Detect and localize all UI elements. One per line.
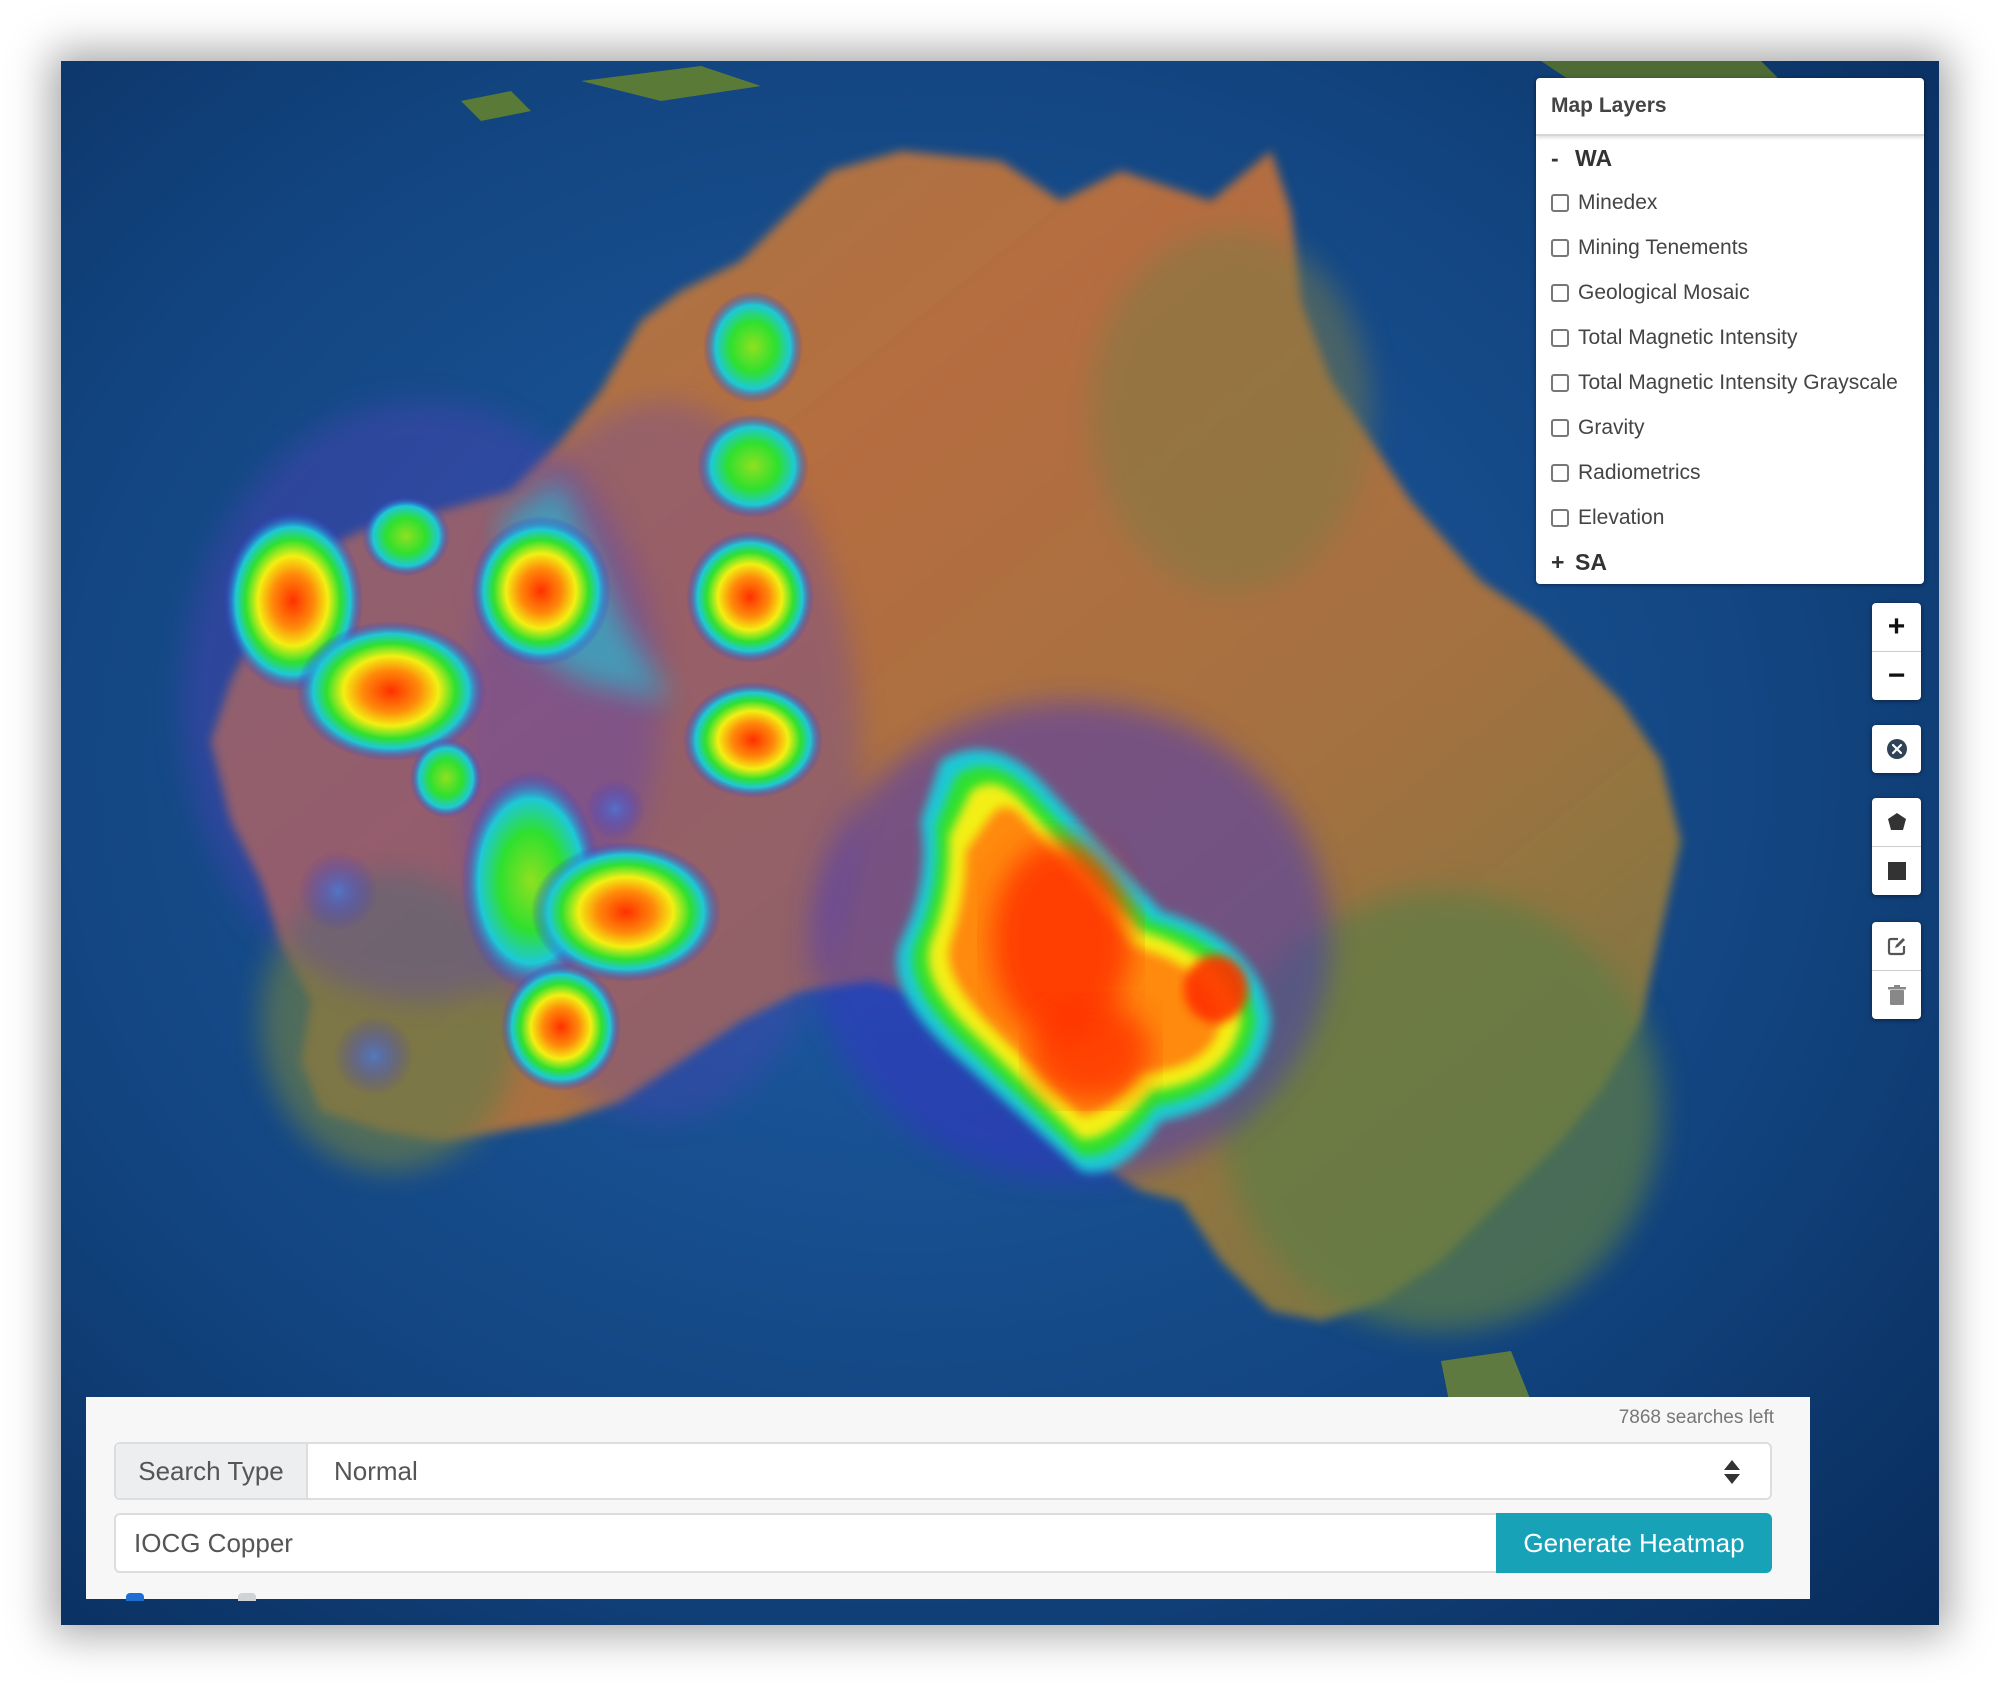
layer-checkbox[interactable] — [1551, 283, 1569, 302]
layer-item-geological-mosaic[interactable]: Geological Mosaic — [1536, 270, 1924, 315]
heat-spot — [296, 621, 486, 761]
search-type-select[interactable]: Search Type Normal — [114, 1442, 1772, 1500]
map-layers-title: Map Layers — [1536, 78, 1924, 136]
edit-toolbar — [1872, 922, 1921, 1019]
heat-spot — [410, 738, 482, 818]
clear-control — [1872, 725, 1921, 773]
heat-spot — [531, 842, 721, 982]
layer-label: Gravity — [1578, 416, 1645, 439]
partial-radio[interactable] — [238, 1593, 256, 1601]
draw-rectangle-button[interactable] — [1872, 846, 1921, 895]
zoom-control: + − — [1872, 603, 1921, 700]
layer-checkbox[interactable] — [1551, 373, 1569, 392]
layer-label: Total Magnetic Intensity Grayscale — [1578, 371, 1898, 394]
layer-item-gravity[interactable]: Gravity — [1536, 405, 1924, 450]
search-panel: 7868 searches left Search Type Normal IO… — [86, 1397, 1810, 1601]
delete-layers-icon — [1887, 985, 1906, 1005]
expand-icon[interactable]: + — [1551, 540, 1575, 584]
heat-spot — [686, 531, 814, 663]
clear-icon — [1886, 739, 1907, 759]
plus-icon: + — [1887, 610, 1906, 643]
layer-label: Radiometrics — [1578, 461, 1701, 484]
searches-left-counter: 7868 searches left — [1618, 1407, 1774, 1428]
layer-group-label: SA — [1575, 549, 1607, 575]
layer-label: Total Magnetic Intensity — [1578, 326, 1798, 349]
delete-layers-button[interactable] — [1872, 970, 1921, 1019]
map-layers-panel: Map Layers - WA Minedex Mining Tenements … — [1536, 78, 1924, 584]
layer-item-mining-tenements[interactable]: Mining Tenements — [1536, 225, 1924, 270]
layer-group-label: WA — [1575, 145, 1613, 171]
layer-label: Mining Tenements — [1578, 236, 1749, 259]
edit-layers-button[interactable] — [1872, 922, 1921, 970]
layer-checkbox[interactable] — [1551, 193, 1569, 212]
clear-button[interactable] — [1872, 725, 1921, 773]
heat-spot — [697, 414, 809, 518]
heat-spot — [683, 682, 823, 798]
heat-spot — [703, 291, 803, 403]
layer-label: Minedex — [1578, 191, 1658, 214]
layer-checkbox[interactable] — [1551, 328, 1569, 347]
layer-checkbox[interactable] — [1551, 418, 1569, 437]
zoom-out-button[interactable]: − — [1872, 651, 1921, 700]
draw-toolbar — [1872, 798, 1921, 895]
cape-york-vegetation — [1091, 231, 1371, 591]
search-type-dropdown[interactable]: Normal — [308, 1444, 1770, 1498]
layer-label: Geological Mosaic — [1578, 281, 1750, 304]
heat-spot — [585, 779, 645, 839]
heat-spot — [501, 963, 621, 1091]
layer-checkbox[interactable] — [1551, 508, 1569, 527]
generate-heatmap-button[interactable]: Generate Heatmap — [1496, 1513, 1772, 1573]
layer-item-total-magnetic-intensity[interactable]: Total Magnetic Intensity — [1536, 315, 1924, 360]
layer-label: Elevation — [1578, 506, 1665, 529]
zoom-in-button[interactable]: + — [1872, 603, 1921, 651]
search-type-value: Normal — [334, 1455, 418, 1486]
layer-checkbox[interactable] — [1551, 463, 1569, 482]
edit-layers-icon — [1887, 937, 1905, 956]
collapse-icon[interactable]: - — [1551, 136, 1575, 180]
partial-checkbox[interactable] — [126, 1593, 144, 1601]
heat-spot-south-australia — [811, 701, 1331, 1181]
heat-spot — [471, 516, 611, 666]
query-input[interactable]: IOCG Copper — [114, 1513, 1496, 1573]
draw-polygon-icon — [1887, 813, 1906, 830]
draw-polygon-button[interactable] — [1872, 798, 1921, 846]
heat-spot — [334, 1016, 414, 1096]
layer-checkbox[interactable] — [1551, 238, 1569, 257]
heat-spot — [362, 496, 450, 576]
select-arrows-icon — [1724, 1460, 1740, 1484]
layer-item-minedex[interactable]: Minedex — [1536, 180, 1924, 225]
heat-spot — [298, 851, 378, 931]
layer-item-radiometrics[interactable]: Radiometrics — [1536, 450, 1924, 495]
draw-rectangle-icon — [1887, 862, 1906, 880]
layer-group-wa[interactable]: - WA — [1536, 136, 1924, 180]
search-type-label: Search Type — [116, 1444, 308, 1498]
layer-group-sa[interactable]: + SA — [1536, 540, 1924, 584]
layer-item-tmi-grayscale[interactable]: Total Magnetic Intensity Grayscale — [1536, 360, 1924, 405]
layer-item-elevation[interactable]: Elevation — [1536, 495, 1924, 540]
map-window: Map Layers - WA Minedex Mining Tenements … — [61, 61, 1939, 1625]
query-input-group: IOCG Copper Generate Heatmap — [114, 1513, 1772, 1573]
minus-icon: − — [1887, 659, 1906, 692]
